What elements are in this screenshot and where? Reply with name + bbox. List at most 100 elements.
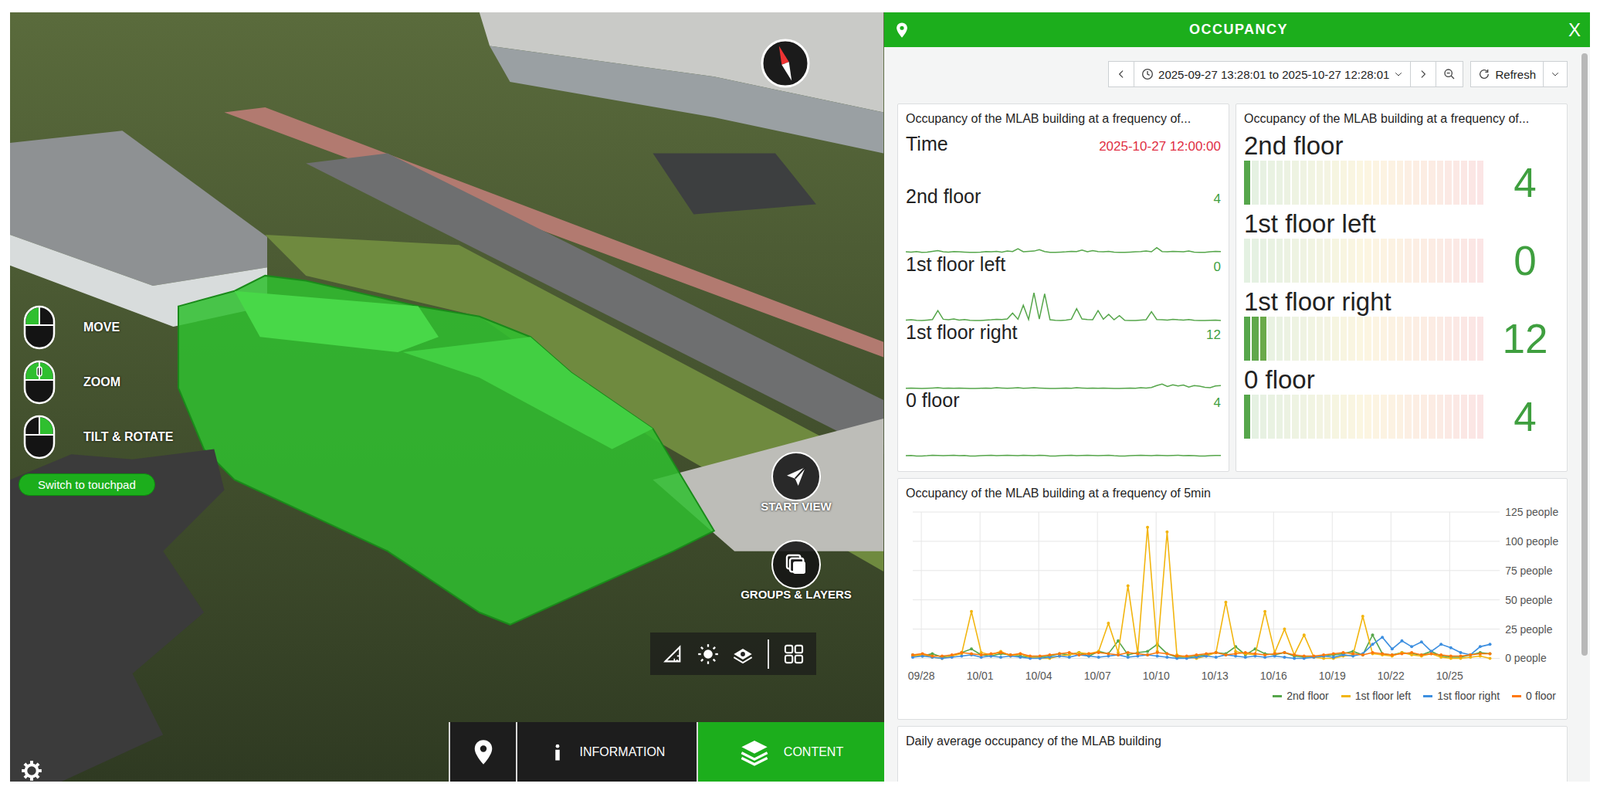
data-point[interactable] — [1420, 653, 1424, 657]
pin-tab[interactable] — [448, 722, 516, 782]
data-point[interactable] — [1097, 650, 1101, 655]
data-point[interactable] — [1145, 525, 1150, 529]
data-point[interactable] — [1468, 653, 1472, 657]
data-point[interactable] — [1420, 640, 1424, 644]
legend-item[interactable]: 2nd floor — [1272, 689, 1329, 702]
settings-button[interactable] — [20, 759, 43, 782]
data-point[interactable] — [1155, 650, 1160, 655]
data-point[interactable] — [930, 654, 934, 658]
data-point[interactable] — [959, 650, 963, 655]
data-point[interactable] — [1429, 651, 1433, 655]
groups-layers-button[interactable]: GROUPS & LAYERS — [730, 539, 862, 601]
info-tab[interactable]: INFORMATION — [515, 722, 697, 782]
previous-range-button[interactable] — [1108, 61, 1135, 88]
data-point[interactable] — [1244, 650, 1248, 655]
data-point[interactable] — [1488, 642, 1492, 646]
close-button[interactable]: X — [1566, 19, 1583, 41]
map-view[interactable]: MOVEZOOMTILT & ROTATESwitch to touchpadS… — [10, 12, 885, 782]
data-point[interactable] — [959, 650, 963, 655]
data-point[interactable] — [921, 651, 925, 655]
data-point[interactable] — [1380, 651, 1384, 655]
data-point[interactable] — [950, 653, 954, 657]
sun-button[interactable] — [697, 643, 719, 665]
data-point[interactable] — [1047, 653, 1051, 657]
data-point[interactable] — [1263, 653, 1267, 657]
data-point[interactable] — [1116, 653, 1120, 657]
data-point[interactable] — [911, 653, 915, 657]
data-point[interactable] — [1165, 655, 1169, 659]
data-point[interactable] — [1390, 647, 1394, 651]
data-point[interactable] — [1478, 651, 1482, 655]
refresh-button[interactable]: Refresh — [1470, 61, 1544, 88]
data-point[interactable] — [1410, 644, 1414, 648]
zoom-out-button[interactable] — [1435, 61, 1464, 88]
data-point[interactable] — [1488, 651, 1492, 655]
data-point[interactable] — [1204, 651, 1208, 655]
data-point[interactable] — [1488, 651, 1492, 655]
data-point[interactable] — [1292, 657, 1296, 661]
data-point[interactable] — [1087, 651, 1091, 655]
data-point[interactable] — [1449, 654, 1453, 658]
data-point[interactable] — [979, 653, 984, 657]
data-point[interactable] — [1185, 654, 1189, 658]
data-point[interactable] — [1223, 653, 1228, 657]
data-point[interactable] — [1273, 651, 1277, 655]
data-point[interactable] — [1165, 651, 1169, 655]
refresh-interval-button[interactable] — [1542, 61, 1568, 88]
data-point[interactable] — [999, 650, 1003, 655]
data-point[interactable] — [1145, 653, 1150, 657]
data-point[interactable] — [1380, 635, 1384, 639]
data-point[interactable] — [1361, 614, 1365, 618]
data-point[interactable] — [979, 653, 984, 657]
data-point[interactable] — [1087, 651, 1091, 655]
data-point[interactable] — [1223, 653, 1228, 657]
data-point[interactable] — [1400, 639, 1404, 643]
data-point[interactable] — [1282, 655, 1286, 659]
data-point[interactable] — [1390, 653, 1394, 657]
data-point[interactable] — [1106, 651, 1110, 655]
compass[interactable] — [759, 37, 811, 92]
legend-item[interactable]: 0 floor — [1511, 689, 1556, 702]
data-point[interactable] — [1018, 651, 1022, 655]
data-point[interactable] — [1135, 651, 1139, 655]
data-point[interactable] — [1370, 642, 1374, 646]
data-point[interactable] — [1361, 653, 1365, 657]
data-point[interactable] — [1194, 653, 1198, 657]
next-range-button[interactable] — [1410, 61, 1437, 88]
data-point[interactable] — [1253, 651, 1257, 655]
data-point[interactable] — [1018, 655, 1022, 659]
data-point[interactable] — [1135, 651, 1139, 655]
data-point[interactable] — [1009, 653, 1013, 657]
data-point[interactable] — [1116, 653, 1120, 657]
data-point[interactable] — [1449, 646, 1453, 650]
legend-item[interactable]: 1st floor left — [1341, 689, 1411, 702]
legend-item[interactable]: 1st floor right — [1423, 689, 1500, 702]
data-point[interactable] — [1097, 655, 1101, 659]
touchpad-button[interactable]: Switch to touchpad — [18, 473, 156, 496]
data-point[interactable] — [969, 610, 973, 614]
data-point[interactable] — [1214, 650, 1218, 655]
data-point[interactable] — [999, 655, 1003, 659]
data-point[interactable] — [1038, 654, 1042, 658]
data-point[interactable] — [1341, 650, 1345, 655]
data-point[interactable] — [1018, 651, 1022, 655]
data-point[interactable] — [1145, 653, 1150, 657]
data-point[interactable] — [1214, 650, 1218, 655]
data-point[interactable] — [1410, 650, 1414, 655]
data-point[interactable] — [1077, 653, 1081, 657]
data-point[interactable] — [1244, 655, 1248, 659]
data-point[interactable] — [1282, 627, 1286, 631]
data-point[interactable] — [911, 653, 915, 657]
data-point[interactable] — [969, 651, 973, 655]
data-point[interactable] — [1390, 653, 1394, 657]
data-point[interactable] — [940, 654, 944, 658]
data-point[interactable] — [1057, 651, 1062, 655]
data-point[interactable] — [1009, 653, 1013, 657]
data-point[interactable] — [1263, 610, 1267, 614]
data-point[interactable] — [1478, 644, 1482, 648]
data-point[interactable] — [1126, 655, 1130, 659]
data-point[interactable] — [1488, 657, 1492, 661]
data-point[interactable] — [1439, 653, 1443, 657]
content-tab[interactable]: CONTENT — [696, 722, 885, 782]
data-point[interactable] — [1292, 653, 1296, 657]
